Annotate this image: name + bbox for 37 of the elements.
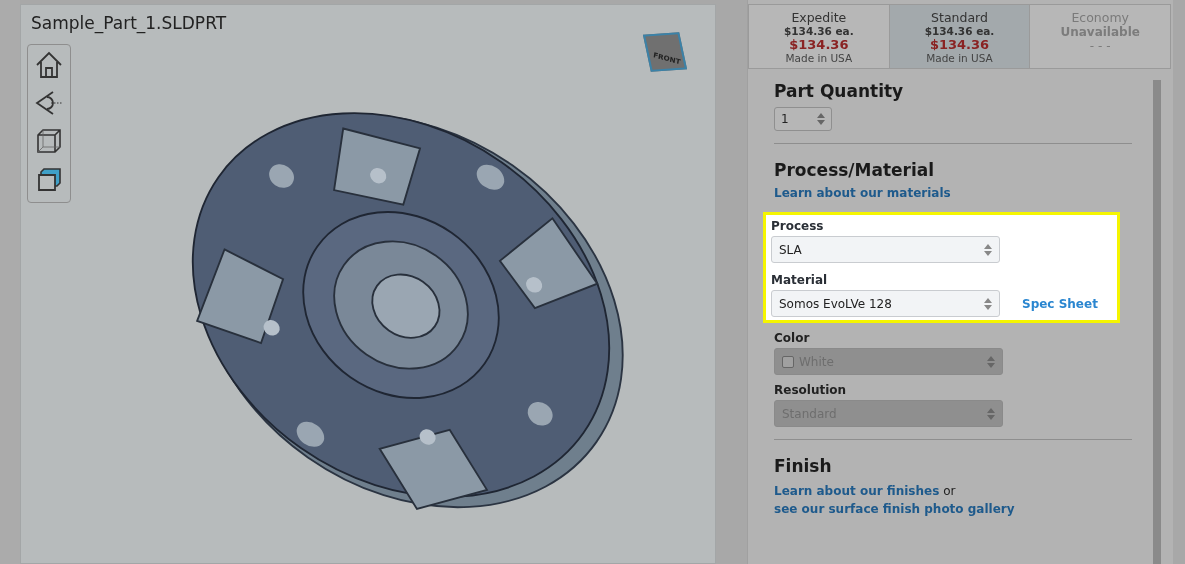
quantity-select[interactable]: 1 [774, 107, 832, 131]
dropdown-field[interactable]: SLA [771, 236, 1000, 263]
availability-status: Unavailable [1060, 25, 1140, 39]
shipping-option-tab[interactable]: Standard $134.36 ea. $134.36 Made in USA [889, 5, 1031, 68]
spinner-icon [987, 407, 995, 420]
finishes-link[interactable]: Learn about our finishes [774, 484, 940, 498]
spinner-icon [984, 243, 992, 256]
photo-gallery-link[interactable]: see our surface finish photo gallery [774, 502, 1015, 516]
unit-price: $134.36 ea. [784, 25, 854, 37]
finish-links-text: Learn about our finishes or see our surface finish photo gallery [774, 483, 1016, 518]
scrollbar[interactable] [1153, 80, 1161, 564]
field-label: Material [771, 273, 829, 287]
section-heading: Finish [774, 456, 832, 476]
origin-label: Made in USA [926, 52, 993, 64]
spinner-icon [817, 113, 825, 125]
materials-link[interactable]: Learn about our materials [774, 186, 951, 200]
swatch-icon [782, 355, 794, 368]
shipping-option-tab[interactable]: Expedite $134.36 ea. $134.36 Made in USA [749, 5, 890, 68]
origin-label: Made in USA [785, 52, 853, 64]
field-label: Color [774, 331, 810, 345]
field-label: Process [771, 219, 825, 233]
total-price: - - - [1089, 39, 1111, 53]
field-label: Resolution [774, 383, 847, 397]
option-name: Expedite [791, 10, 847, 25]
file-title: Sample_Part_1.SLDPRT [31, 13, 227, 33]
unit-price: $134.36 ea. [924, 25, 995, 37]
shipping-option-tab[interactable]: Economy Unavailable - - - [1030, 5, 1170, 68]
dropdown-field[interactable]: Somos EvoLVe 128 [771, 290, 1000, 317]
section-heading: Part Quantity [774, 81, 904, 101]
spinner-icon [987, 355, 995, 368]
section-heading: Process/Material [774, 160, 935, 180]
total-price: $134.36 [929, 37, 990, 52]
spinner-icon [984, 297, 992, 310]
total-price: $134.36 [789, 37, 849, 52]
option-name: Standard [931, 10, 988, 25]
spec-sheet-link[interactable]: Spec Sheet [1022, 296, 1098, 311]
option-name: Economy [1071, 10, 1129, 25]
